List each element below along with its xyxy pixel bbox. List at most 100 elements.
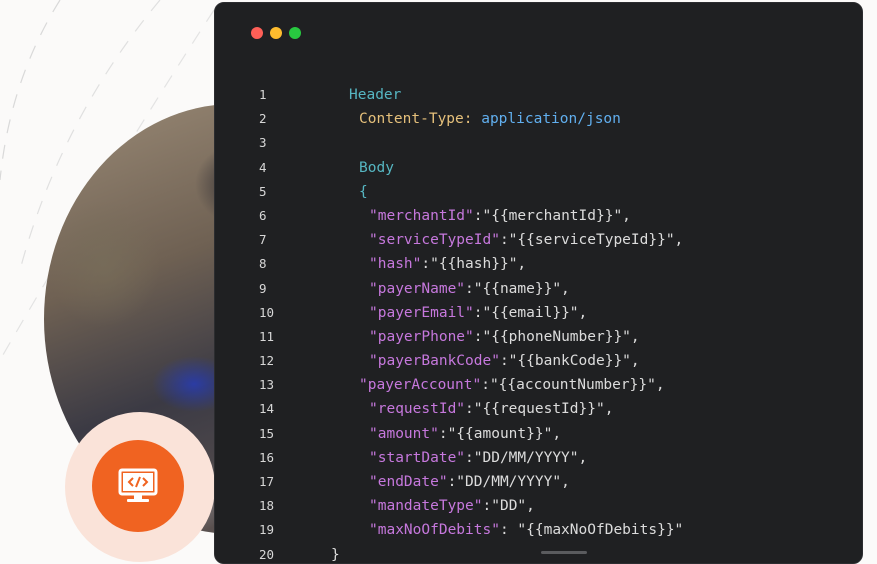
minimize-dot-icon[interactable]	[270, 27, 282, 39]
code-text: "payerBankCode":"{{bankCode}}",	[369, 349, 640, 373]
code-line: 4 Body	[215, 156, 862, 180]
code-line: 6 "merchantId":"{{merchantId}}",	[215, 204, 862, 228]
code-text: Header	[349, 83, 401, 107]
line-number: 6	[259, 207, 267, 223]
code-token: :"{{hash}}",	[421, 256, 527, 273]
code-text: "startDate":"DD/MM/YYYY",	[369, 446, 587, 470]
code-text: "payerPhone":"{{phoneNumber}}",	[369, 325, 640, 349]
code-line: 9 "payerName":"{{name}}",	[215, 277, 862, 301]
line-number: 9	[259, 280, 267, 296]
code-text: "payerAccount":"{{accountNumber}}",	[359, 373, 665, 397]
line-number: 8	[259, 256, 267, 272]
line-number: 5	[259, 183, 267, 199]
horizontal-scrollbar[interactable]	[541, 551, 587, 554]
line-number: 20	[259, 546, 275, 562]
code-token: :"{{requestId}}",	[465, 401, 614, 418]
code-text: "hash":"{{hash}}",	[369, 252, 526, 276]
code-token: "hash"	[369, 256, 422, 273]
code-token: "startDate"	[369, 449, 466, 466]
code-token: :"{{phoneNumber}}",	[473, 328, 640, 345]
code-text: {	[359, 180, 368, 204]
code-token: "payerName"	[369, 280, 466, 297]
code-token: :"{{serviceTypeId}}",	[499, 232, 684, 249]
line-number: 19	[259, 522, 275, 538]
line-number: 13	[259, 377, 275, 393]
code-text: "merchantId":"{{merchantId}}",	[369, 204, 631, 228]
code-line: 5{	[215, 180, 862, 204]
code-token: "payerBankCode"	[369, 353, 500, 370]
code-token: Content-Type:	[359, 111, 482, 128]
code-line: 18 "mandateType":"DD",	[215, 494, 862, 518]
code-text: "maxNoOfDebits": "{{maxNoOfDebits}}"	[369, 518, 683, 542]
code-token: :"DD",	[482, 498, 535, 515]
code-token: :"{{amount}}",	[438, 425, 562, 442]
line-number: 15	[259, 425, 275, 441]
line-number: 16	[259, 449, 275, 465]
line-number: 17	[259, 474, 275, 489]
code-token: Header	[349, 87, 402, 103]
line-number: 12	[259, 353, 275, 369]
line-number: 10	[259, 304, 275, 320]
code-text: "payerName":"{{name}}",	[369, 277, 570, 301]
code-monitor-icon	[118, 468, 158, 502]
code-token: Body	[359, 159, 394, 176]
code-line: 2 Content-Type: application/json	[215, 107, 862, 131]
code-text: Body	[359, 156, 394, 180]
code-token: "amount"	[369, 425, 439, 442]
code-line: 14 "requestId":"{{requestId}}",	[215, 397, 862, 421]
code-line: 20}	[215, 543, 862, 563]
code-line: 12 "payerBankCode":"{{bankCode}}",	[215, 349, 862, 373]
code-line: 15 "amount":"{{amount}}",	[215, 422, 862, 446]
code-line: 10 "payerEmail":"{{email}}",	[215, 301, 862, 325]
code-token: :"{{accountNumber}}",	[481, 377, 665, 394]
line-number: 14	[259, 401, 275, 417]
line-number: 2	[259, 111, 267, 127]
code-block: 1 Header 2 Content-Type: application/json 3 4…	[215, 83, 862, 563]
code-window: 1 Header 2 Content-Type: application/json 3 4…	[214, 2, 863, 564]
code-text: "amount":"{{amount}}",	[369, 422, 561, 446]
maximize-dot-icon[interactable]	[289, 27, 301, 39]
developer-badge	[92, 440, 184, 532]
code-token: :"{{name}}",	[465, 280, 570, 297]
code-token: "payerEmail"	[369, 304, 474, 321]
line-number: 4	[259, 159, 267, 175]
code-token: :"{{merchantId}}",	[473, 207, 631, 224]
code-token: "payerPhone"	[369, 328, 474, 345]
code-text: "payerEmail":"{{email}}",	[369, 301, 587, 325]
code-line: 11 "payerPhone":"{{phoneNumber}}",	[215, 325, 862, 349]
code-token: "merchantId"	[369, 207, 474, 224]
code-token: :"{{email}}",	[473, 304, 588, 321]
code-text: }	[331, 543, 340, 563]
close-dot-icon[interactable]	[251, 27, 263, 39]
line-number: 18	[259, 498, 275, 514]
code-line: 7 "serviceTypeId":"{{serviceTypeId}}",	[215, 228, 862, 252]
code-line: 19 "maxNoOfDebits": "{{maxNoOfDebits}}"	[215, 518, 862, 542]
code-token: {	[359, 183, 368, 200]
code-text: Content-Type: application/json	[359, 107, 621, 131]
code-line: 13 "payerAccount":"{{accountNumber}}",	[215, 373, 862, 397]
code-text: "serviceTypeId":"{{serviceTypeId}}",	[369, 228, 683, 252]
code-token: :"{{bankCode}}",	[499, 353, 640, 370]
code-line: 16 "startDate":"DD/MM/YYYY",	[215, 446, 862, 470]
window-controls	[251, 27, 301, 39]
code-text: "mandateType":"DD",	[369, 494, 535, 518]
line-number: 3	[259, 135, 267, 151]
code-token: "requestId"	[369, 401, 466, 418]
code-line: 8 "hash":"{{hash}}",	[215, 252, 862, 276]
line-number: 7	[259, 232, 267, 248]
code-line: 1 Header	[215, 83, 862, 107]
code-text: "endDate":"DD/MM/YYYY",	[369, 470, 570, 494]
code-token: "endDate"	[369, 474, 448, 490]
code-token: "mandateType"	[369, 498, 483, 515]
code-token: "serviceTypeId"	[369, 232, 500, 249]
line-number: 1	[259, 87, 267, 102]
line-number: 11	[259, 328, 275, 344]
code-line: 17 "endDate":"DD/MM/YYYY",	[215, 470, 862, 494]
code-token: "maxNoOfDebits"	[369, 522, 500, 539]
code-line: 3	[215, 131, 862, 155]
code-token: : "{{maxNoOfDebits}}"	[499, 522, 684, 539]
code-token: "payerAccount"	[359, 377, 482, 394]
code-token: :"DD/MM/YYYY",	[465, 449, 588, 466]
code-text: "requestId":"{{requestId}}",	[369, 397, 613, 421]
code-token: application/json	[481, 111, 621, 128]
